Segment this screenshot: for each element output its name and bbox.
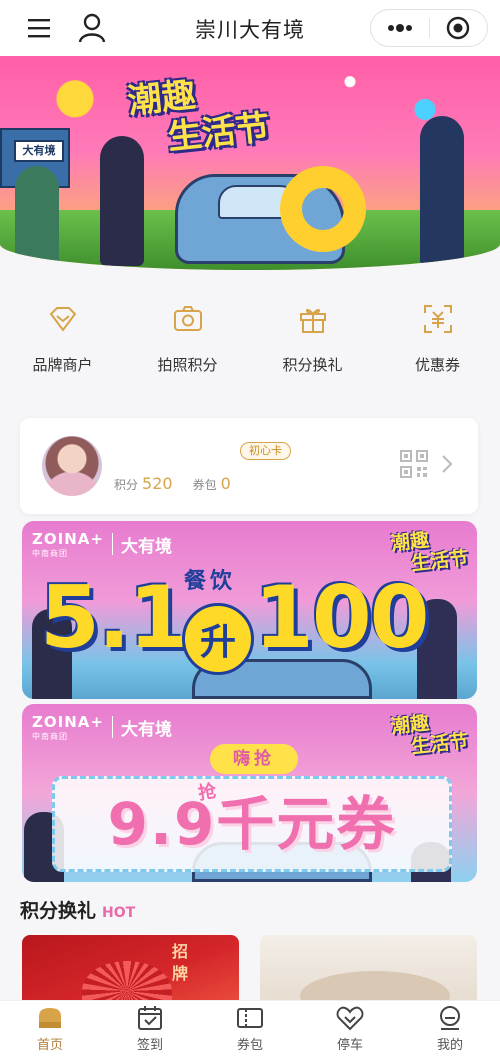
profile-icon <box>436 1005 464 1031</box>
hamburger-menu-icon[interactable] <box>22 10 58 46</box>
promo-brand-row: ZOINA+ 中南商团 大有境 <box>32 529 172 559</box>
tab-parking[interactable]: 停车 <box>300 1001 400 1056</box>
hero-float-ring <box>280 166 366 252</box>
brand-subtitle: 中南商团 <box>32 549 68 558</box>
goods-card[interactable]: 招 牌 <box>22 935 239 1001</box>
avatar[interactable] <box>42 436 102 496</box>
coupons-label: 券包 <box>192 478 217 492</box>
miniprogram-close-icon[interactable] <box>430 10 488 46</box>
ticket-icon <box>236 1005 264 1031</box>
goods-image-fan <box>82 961 172 1001</box>
hero-guitarist <box>15 166 59 266</box>
quick-entry-brands[interactable]: 品牌商户 <box>8 288 118 388</box>
tab-coupons[interactable]: 券包 <box>200 1001 300 1056</box>
coupon-scan-icon <box>421 302 455 336</box>
brand-subtitle: 中南商团 <box>32 732 68 741</box>
mall-name: 大有境 <box>120 536 172 557</box>
goods-stamp-text: 招 牌 <box>172 941 190 985</box>
quick-entry-row: 品牌商户 拍照积分 积分换礼 优惠券 <box>0 288 500 388</box>
tab-label: 签到 <box>136 1038 163 1053</box>
goods-stamp-line2: 牌 <box>172 964 191 983</box>
section-title: 积分换礼 HOT <box>20 896 135 923</box>
mall-name: 大有境 <box>120 719 172 740</box>
member-card[interactable]: 初心卡 积分 520 券包 0 <box>20 418 478 514</box>
quick-entry-label: 积分换礼 <box>282 356 343 374</box>
member-tier-badge: 初心卡 <box>240 442 291 460</box>
hero-banner[interactable]: 大有境 潮趣 生活节 <box>0 56 500 270</box>
promo-banner-voucher[interactable]: ZOINA+ 中南商团 大有境 潮趣 生活节 嗨抢 9.9千元券 抢 <box>22 704 477 882</box>
member-stats: 积分 520 券包 0 <box>114 474 251 493</box>
promo-grab-badge: 嗨抢 <box>210 744 298 774</box>
top-nav-bar: 崇川大有境 <box>0 0 500 56</box>
tab-home[interactable]: 首页 <box>0 1001 100 1056</box>
hero-standing-figure <box>420 116 464 266</box>
promo-amount-text: 100 <box>254 568 430 668</box>
bottom-tab-bar: 首页 签到 券包 停车 我的 <box>0 1000 500 1056</box>
gift-icon <box>296 302 330 336</box>
diamond-icon <box>46 302 80 336</box>
brand-name: ZOINA <box>32 530 91 548</box>
quick-entry-coupons[interactable]: 优惠券 <box>383 288 493 388</box>
tab-label: 首页 <box>36 1038 63 1053</box>
miniprogram-capsule <box>370 9 488 47</box>
tab-mine[interactable]: 我的 <box>400 1001 500 1056</box>
quick-entry-label: 品牌商户 <box>32 356 93 374</box>
parking-heart-icon <box>336 1005 364 1031</box>
promo-dining-text: 餐饮 <box>184 569 237 594</box>
hot-badge: HOT <box>102 905 136 921</box>
points-label: 积分 <box>114 478 139 492</box>
brand-divider <box>111 716 113 738</box>
promo-brand-row: ZOINA+ 中南商团 大有境 <box>32 712 172 742</box>
brand-plus: + <box>90 713 104 731</box>
quick-entry-photo-points[interactable]: 拍照积分 <box>133 288 243 388</box>
tab-checkin[interactable]: 签到 <box>100 1001 200 1056</box>
promo-banner-dining[interactable]: ZOINA+ 中南商团 大有境 潮趣 生活节 5.1 餐饮 升 100 <box>22 521 477 699</box>
tab-label: 我的 <box>436 1038 463 1053</box>
qr-code-icon[interactable] <box>400 450 428 478</box>
quick-entry-label: 优惠券 <box>414 356 460 374</box>
section-title-text: 积分换礼 <box>20 900 97 922</box>
quick-entry-label: 拍照积分 <box>157 356 218 374</box>
promo-festival-logo: 潮趣 生活节 <box>390 708 469 760</box>
tab-label: 停车 <box>336 1038 363 1053</box>
coupons-value[interactable]: 0 <box>221 474 231 493</box>
chevron-right-icon[interactable] <box>440 454 454 474</box>
brand-plus: + <box>90 530 104 548</box>
hero-store-sign: 大有境 <box>14 140 64 162</box>
user-icon[interactable] <box>74 10 110 46</box>
goods-image-plate <box>300 971 450 1001</box>
quick-entry-points-gift[interactable]: 积分换礼 <box>258 288 368 388</box>
more-dots-icon[interactable] <box>371 10 429 46</box>
tab-label: 券包 <box>236 1038 263 1053</box>
brand-divider <box>111 533 113 555</box>
promo-up-badge: 升 <box>182 603 254 675</box>
brand-name: ZOINA <box>32 713 91 731</box>
home-icon <box>36 1005 64 1031</box>
camera-icon <box>171 302 205 336</box>
points-value[interactable]: 520 <box>142 474 173 493</box>
promo-date-text: 5.1 <box>40 568 188 668</box>
goods-card[interactable] <box>260 935 477 1001</box>
checkin-calendar-icon <box>136 1005 164 1031</box>
goods-stamp-line1: 招 <box>172 942 191 961</box>
promo-voucher-text: 9.9千元券 <box>107 790 397 858</box>
